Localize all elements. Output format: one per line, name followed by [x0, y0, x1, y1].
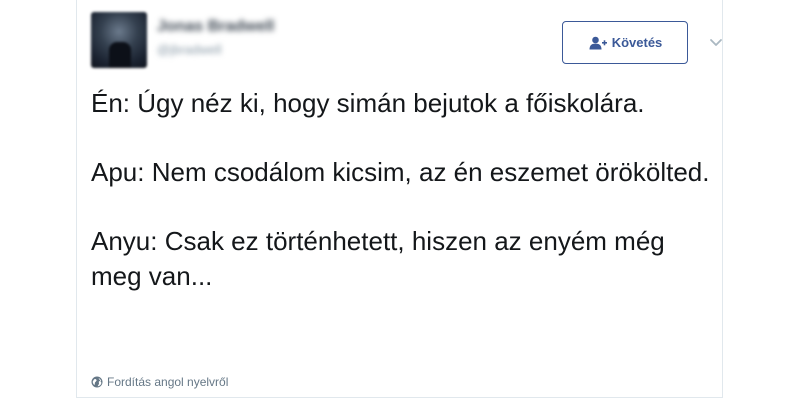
display-name[interactable]: Jonas Bradwell: [157, 18, 274, 36]
follow-button[interactable]: Követés: [562, 21, 688, 64]
user-info[interactable]: Jonas Bradwell @jbradwell: [157, 18, 274, 57]
translate-label: Fordítás angol nyelvről: [107, 375, 229, 389]
user-handle[interactable]: @jbradwell: [157, 42, 274, 57]
avatar[interactable]: [91, 12, 147, 68]
add-user-icon: [588, 35, 608, 51]
tweet-paragraph: Apu: Nem csodálom kicsim, az én eszemet …: [91, 157, 710, 187]
tweet-paragraph: Anyu: Csak ez történhetett, hiszen az en…: [91, 226, 665, 291]
tweet-card: Jonas Bradwell @jbradwell Követés Én: Úg…: [76, 0, 723, 398]
tweet-paragraph: Én: Úgy néz ki, hogy simán bejutok a fői…: [91, 88, 645, 118]
tweet-header: Jonas Bradwell @jbradwell Követés: [91, 12, 722, 72]
follow-button-label: Követés: [611, 35, 663, 50]
chevron-down-icon[interactable]: [708, 34, 724, 50]
translate-link[interactable]: Fordítás angol nyelvről: [91, 375, 228, 389]
tweet-text: Én: Úgy néz ki, hogy simán bejutok a fői…: [91, 86, 711, 328]
globe-icon: [91, 376, 103, 388]
